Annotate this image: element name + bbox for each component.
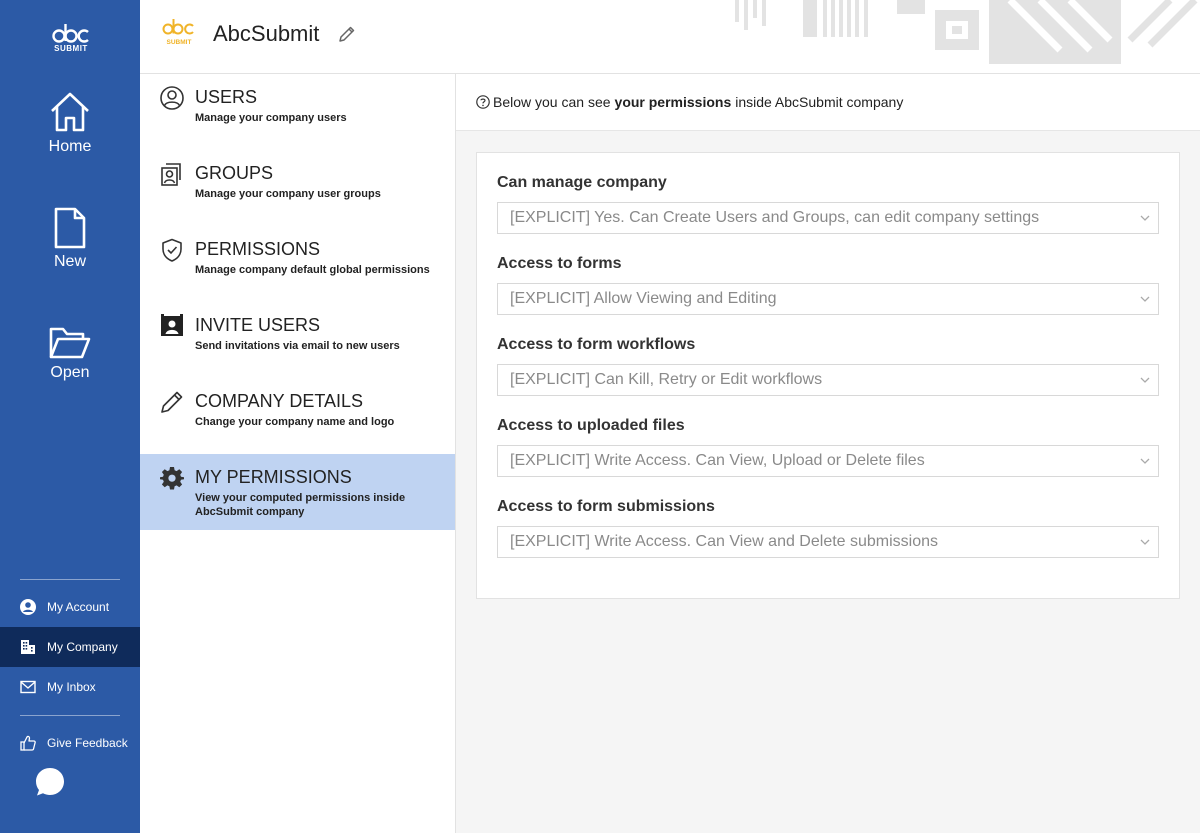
nav-item-desc: Manage your company users (195, 112, 347, 124)
chevron-down-icon (1140, 296, 1150, 302)
nav-item-invite-users[interactable]: INVITE USERS Send invitations via email … (140, 302, 455, 378)
nav-item-desc: Change your company name and logo (195, 416, 395, 428)
nav-item-desc: View your computed permissions inside Ab… (195, 492, 406, 518)
permission-select-workflows[interactable]: [EXPLICIT] Can Kill, Retry or Edit workf… (497, 364, 1159, 396)
permission-value: [EXPLICIT] Allow Viewing and Editing (510, 290, 777, 307)
permission-label: Access to form submissions (497, 498, 715, 515)
help-circle-icon (476, 95, 490, 109)
company-settings-nav: USERS Manage your company users GROUPS M… (140, 74, 456, 833)
nav-item-title: COMPANY DETAILS (195, 391, 364, 411)
nav-item-title: PERMISSIONS (195, 239, 321, 259)
permission-select-uploaded-files[interactable]: [EXPLICIT] Write Access. Can View, Uploa… (497, 445, 1159, 477)
permission-value: [EXPLICIT] Yes. Can Create Users and Gro… (510, 209, 1040, 226)
permission-label: Access to uploaded files (497, 417, 685, 434)
nav-item-groups[interactable]: GROUPS Manage your company user groups (140, 150, 455, 226)
building-icon (21, 640, 35, 654)
nav-item-users[interactable]: USERS Manage your company users (140, 74, 455, 150)
rail-link-my-inbox[interactable]: My Inbox (0, 667, 140, 707)
app-rail: SUBMIT Home New Open My Account My Compa… (0, 0, 140, 833)
rail-item-label: Home (48, 138, 92, 155)
info-bar: Below you can see your permissions insid… (456, 74, 1200, 131)
folder-open-icon (49, 327, 91, 359)
rail-divider (20, 579, 120, 580)
nav-item-my-permissions[interactable]: MY PERMISSIONS View your computed permis… (140, 454, 455, 530)
permission-label: Access to form workflows (497, 336, 696, 353)
pencil-icon (161, 391, 183, 413)
user-circle-icon (20, 599, 36, 615)
permission-value: [EXPLICIT] Write Access. Can View and De… (510, 533, 939, 550)
nav-item-desc: Manage your company user groups (195, 188, 381, 200)
permissions-card: Can manage company [EXPLICIT] Yes. Can C… (476, 152, 1180, 599)
permission-select-forms[interactable]: [EXPLICIT] Allow Viewing and Editing (497, 283, 1159, 315)
user-circle-icon (160, 86, 184, 110)
file-icon (54, 207, 86, 249)
rail-link-give-feedback[interactable]: Give Feedback (0, 723, 140, 763)
permission-label: Access to forms (497, 255, 622, 272)
company-name: AbcSubmit (213, 21, 320, 46)
info-text-suffix: inside AbcSubmit company (735, 94, 904, 110)
rail-link-my-company[interactable]: My Company (0, 627, 140, 667)
chevron-down-icon (1140, 377, 1150, 383)
info-text-prefix: Below you can see (493, 94, 611, 110)
nav-item-desc: Send invitations via email to new users (195, 340, 400, 352)
decorative-pattern (735, 0, 1198, 64)
chevron-down-icon (1140, 539, 1150, 545)
edit-pencil-icon[interactable] (338, 25, 356, 43)
rail-item-label: New (53, 253, 86, 270)
company-logo-icon: SUBMIT (162, 19, 194, 46)
chevron-down-icon (1140, 458, 1150, 464)
chat-widget-button[interactable] (26, 758, 74, 806)
home-icon (51, 92, 89, 132)
rail-item-new[interactable]: New (0, 207, 140, 271)
info-text-bold: your permissions (614, 94, 732, 110)
rail-link-my-account[interactable]: My Account (0, 587, 140, 627)
top-header: SUBMIT AbcSubmit (140, 0, 1200, 74)
shield-check-icon (162, 238, 182, 262)
permission-value: [EXPLICIT] Write Access. Can View, Uploa… (510, 452, 925, 469)
thumbs-up-icon (20, 735, 36, 751)
rail-item-label: Open (50, 364, 90, 381)
rail-link-label: My Company (47, 640, 118, 654)
rail-link-label: My Inbox (47, 680, 96, 694)
company-logo-text: SUBMIT (167, 39, 192, 46)
app-logo[interactable]: SUBMIT (46, 20, 96, 53)
rail-link-label: My Account (47, 600, 110, 614)
permissions-panel: Below you can see your permissions insid… (456, 74, 1200, 833)
nav-item-title: INVITE USERS (195, 315, 321, 335)
nav-item-company-details[interactable]: COMPANY DETAILS Change your company name… (140, 378, 455, 454)
chat-bubble-icon (36, 768, 64, 796)
nav-item-permissions[interactable]: PERMISSIONS Manage company default globa… (140, 226, 455, 302)
rail-link-label: Give Feedback (47, 736, 128, 750)
envelope-icon (20, 680, 36, 694)
rail-item-open[interactable]: Open (0, 326, 140, 382)
permission-value: [EXPLICIT] Can Kill, Retry or Edit workf… (510, 371, 823, 388)
nav-item-title: GROUPS (195, 163, 274, 183)
rail-divider (20, 715, 120, 716)
permission-select-submissions[interactable]: [EXPLICIT] Write Access. Can View and De… (497, 526, 1159, 558)
nav-item-title: USERS (195, 87, 258, 107)
app-logo-text: SUBMIT (54, 44, 88, 53)
contact-card-icon (161, 314, 183, 336)
permission-label: Can manage company (497, 174, 667, 191)
group-icon (161, 163, 181, 186)
nav-item-title: MY PERMISSIONS (195, 467, 352, 487)
gear-icon (160, 467, 184, 490)
permission-select-manage-company[interactable]: [EXPLICIT] Yes. Can Create Users and Gro… (497, 202, 1159, 234)
chevron-down-icon (1140, 215, 1150, 221)
abc-logo-icon (52, 24, 89, 43)
nav-item-desc: Manage company default global permission… (195, 264, 430, 276)
rail-item-home[interactable]: Home (0, 90, 140, 156)
company-logo: SUBMIT (162, 18, 196, 51)
